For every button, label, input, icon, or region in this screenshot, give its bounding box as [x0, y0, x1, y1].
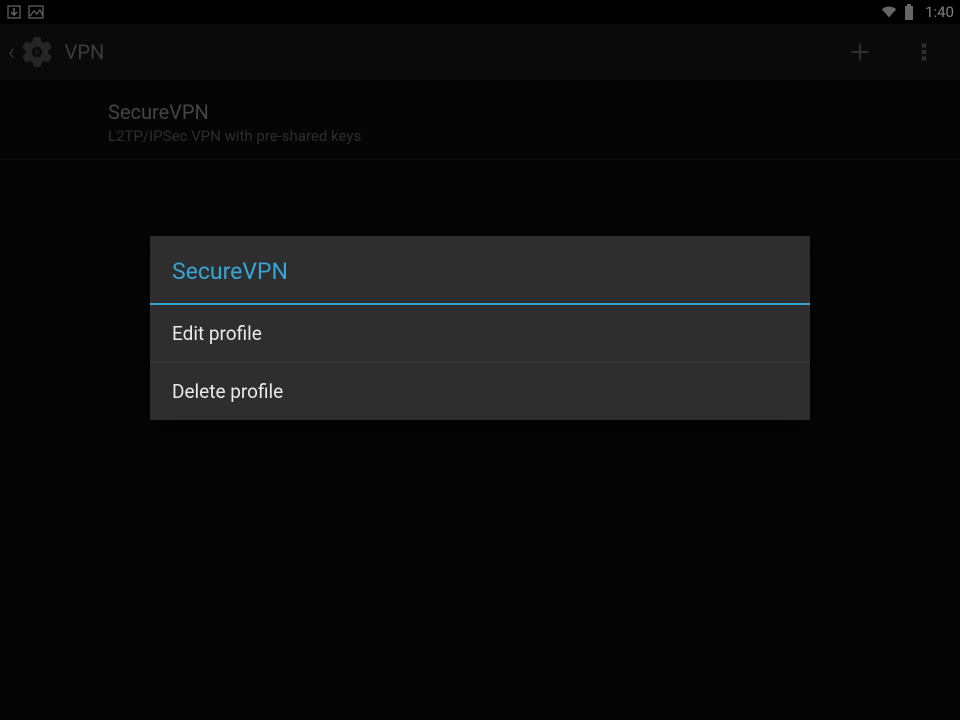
- dialog-item-delete[interactable]: Delete profile: [150, 363, 810, 420]
- dialog-header: SecureVPN: [150, 236, 810, 305]
- context-dialog: SecureVPN Edit profile Delete profile: [150, 236, 810, 420]
- dialog-item-edit[interactable]: Edit profile: [150, 305, 810, 363]
- dialog-title: SecureVPN: [172, 258, 788, 285]
